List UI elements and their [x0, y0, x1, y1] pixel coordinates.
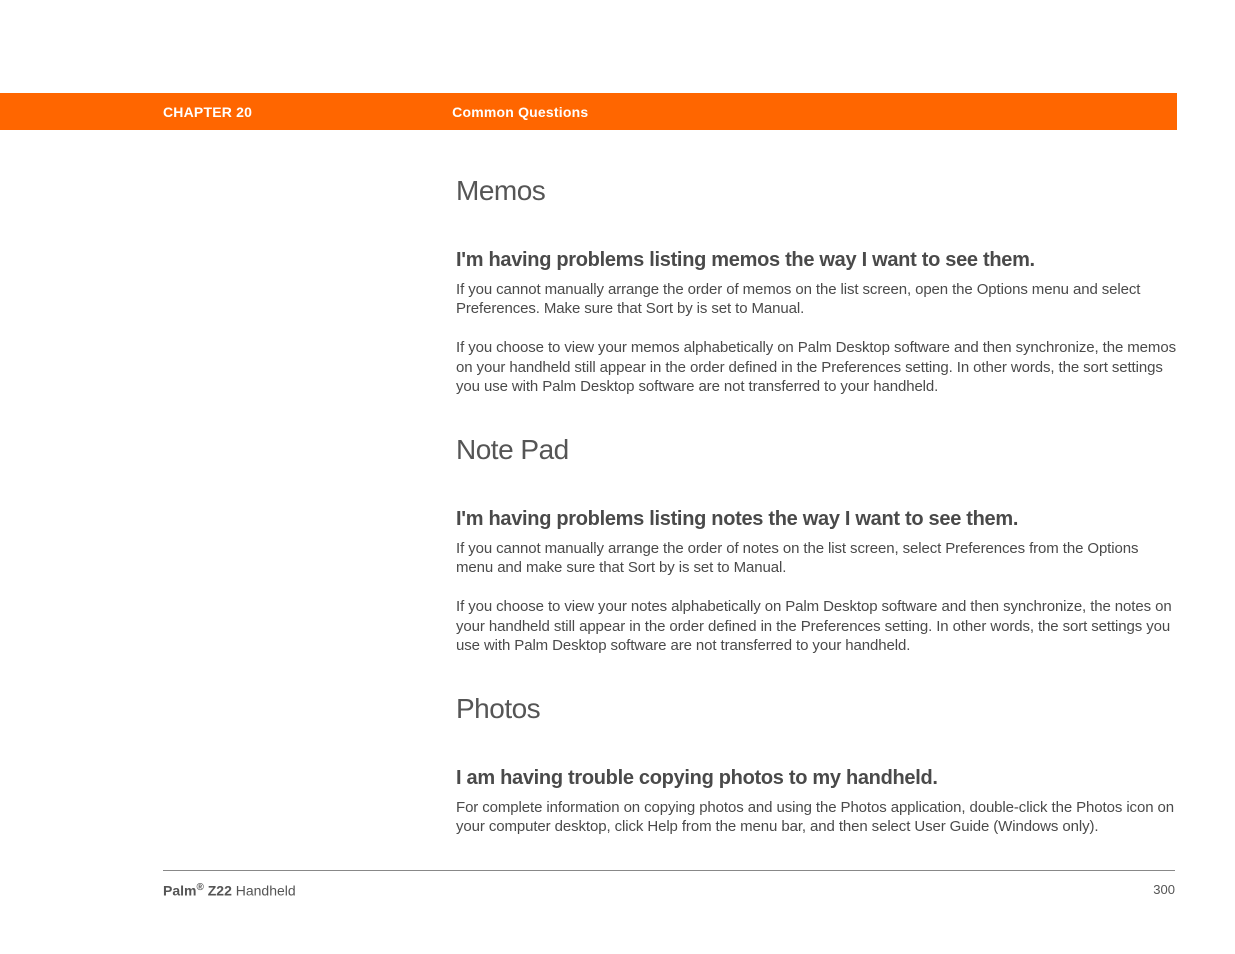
section-heading-memos: Memos — [456, 175, 1176, 207]
body-paragraph: If you cannot manually arrange the order… — [456, 280, 1176, 318]
question-heading: I'm having problems listing notes the wa… — [456, 508, 1176, 531]
main-content: Memos I'm having problems listing memos … — [456, 175, 1176, 856]
question-heading: I am having trouble copying photos to my… — [456, 767, 1176, 790]
footer-brand: Palm — [163, 883, 196, 899]
body-paragraph: For complete information on copying phot… — [456, 798, 1176, 836]
body-paragraph: If you choose to view your notes alphabe… — [456, 597, 1176, 655]
body-paragraph: If you cannot manually arrange the order… — [456, 539, 1176, 577]
page-header-bar: CHAPTER 20 Common Questions — [0, 93, 1177, 130]
section-heading-photos: Photos — [456, 693, 1176, 725]
footer-product-label: Palm® Z22 Handheld — [163, 882, 296, 899]
footer-suffix: Handheld — [232, 883, 296, 899]
page-number: 300 — [1153, 882, 1175, 897]
body-paragraph: If you choose to view your memos alphabe… — [456, 338, 1176, 396]
registered-mark: ® — [196, 882, 203, 893]
footer-divider — [163, 870, 1175, 871]
section-title: Common Questions — [452, 104, 588, 120]
section-heading-notepad: Note Pad — [456, 434, 1176, 466]
chapter-label: CHAPTER 20 — [163, 104, 252, 120]
question-heading: I'm having problems listing memos the wa… — [456, 249, 1176, 272]
footer-model: Z22 — [204, 883, 232, 899]
